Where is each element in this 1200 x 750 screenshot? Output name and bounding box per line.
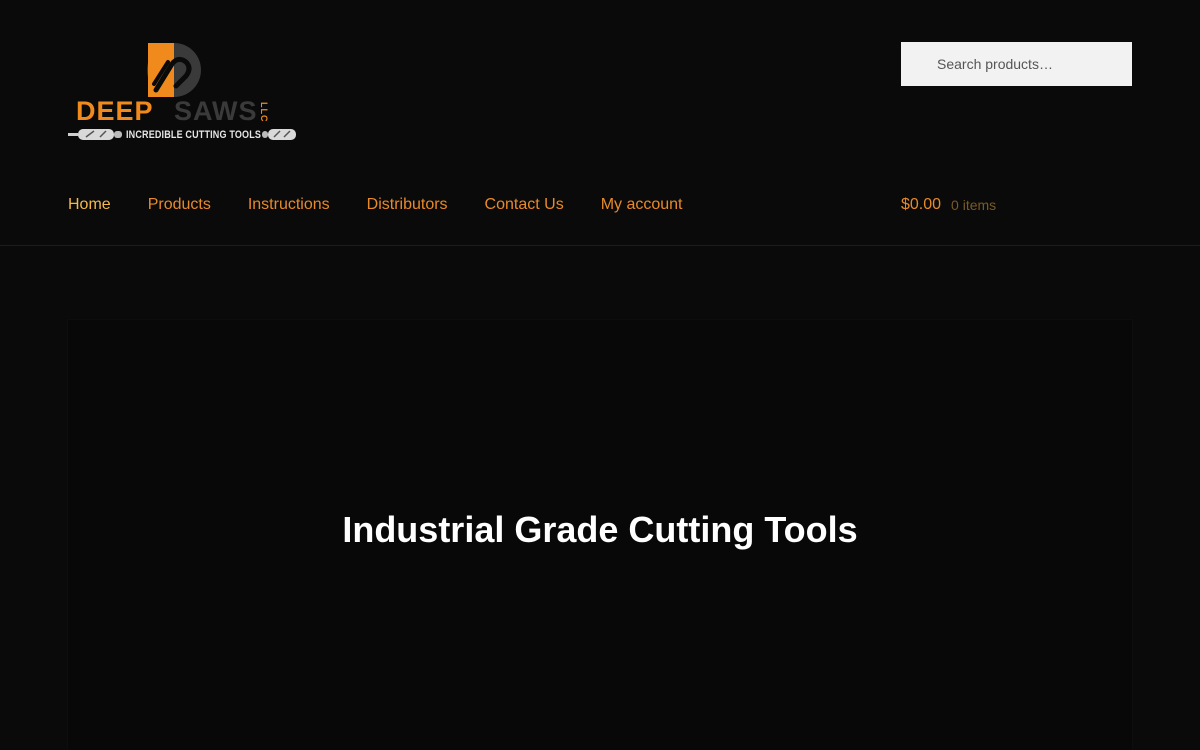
nav-item-instructions[interactable]: Instructions	[248, 190, 330, 220]
primary-navigation: Home Products Instructions Distributors …	[68, 190, 720, 220]
site-logo[interactable]: DEEP SAWS LLC INCREDIBLE CUTTING TOOLS	[68, 40, 300, 148]
site-header: DEEP SAWS LLC INCREDIBLE CUTTING TOOLS H…	[0, 0, 1200, 246]
hero-title: Industrial Grade Cutting Tools	[342, 509, 858, 550]
cart-amount: $0.00	[901, 196, 942, 213]
product-search	[901, 42, 1132, 86]
nav-item-contact-us[interactable]: Contact Us	[485, 190, 564, 220]
logo-name-primary: DEEP	[76, 96, 154, 126]
right-saw-tool	[262, 129, 296, 140]
left-saw-tool	[68, 129, 122, 140]
cart-link[interactable]: $0.00 0 items	[901, 190, 996, 220]
nav-item-my-account[interactable]: My account	[601, 190, 683, 220]
hero-banner: Industrial Grade Cutting Tools	[68, 320, 1132, 750]
nav-item-products[interactable]: Products	[148, 190, 211, 220]
logo-suffix: LLC	[259, 102, 269, 123]
cart-item-count: 0 items	[951, 197, 997, 213]
search-input[interactable]	[901, 42, 1132, 86]
page: DEEP SAWS LLC INCREDIBLE CUTTING TOOLS H…	[0, 0, 1200, 750]
nav-item-distributors[interactable]: Distributors	[367, 190, 448, 220]
logo-tagline: INCREDIBLE CUTTING TOOLS	[126, 129, 262, 141]
nav-item-home[interactable]: Home	[68, 190, 111, 220]
logo-name-secondary: SAWS	[174, 96, 258, 126]
